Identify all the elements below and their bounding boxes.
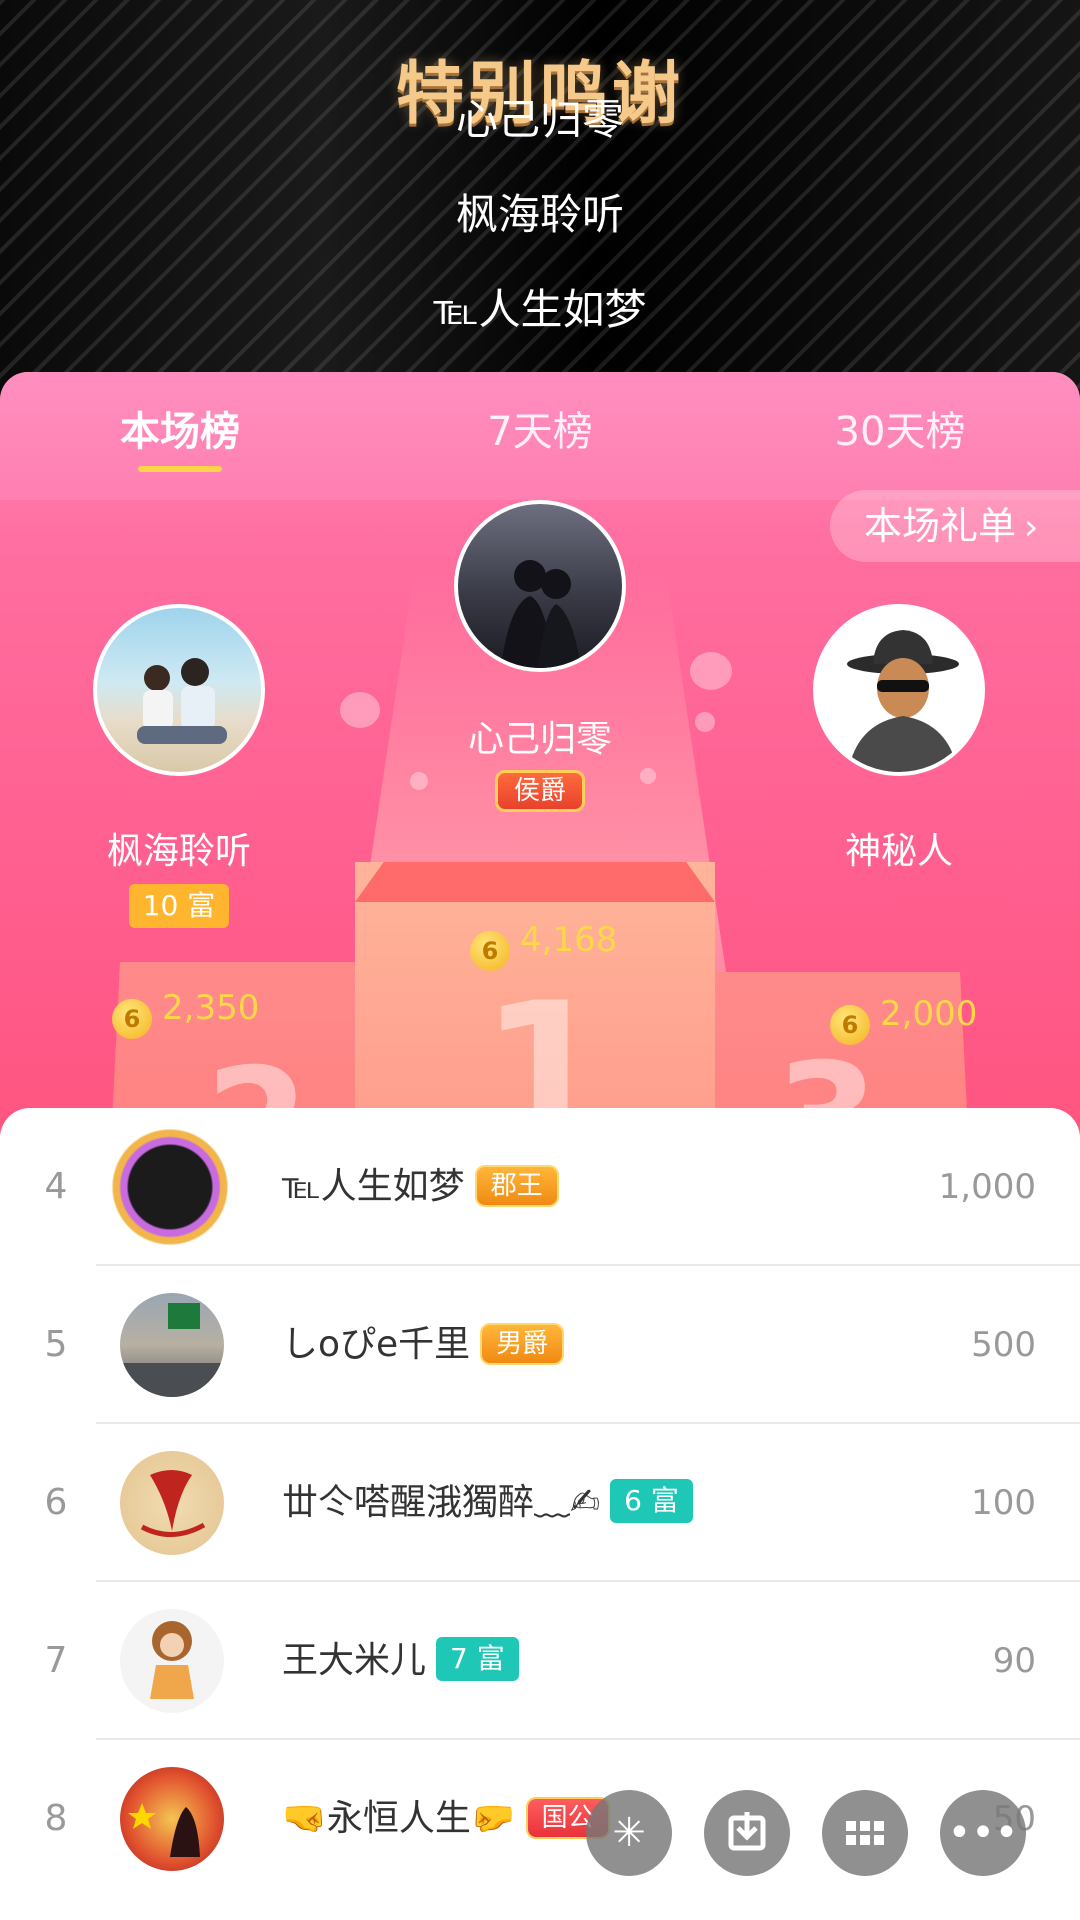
cartoon-girl-icon [150,1621,194,1699]
top-user-third[interactable]: 神秘人 [813,604,985,874]
top-user-second[interactable]: 枫海聆听 10 富 [93,604,265,928]
podium-first-top [355,862,715,902]
rank-number: 7 [44,1640,68,1681]
top-user-name: 枫海聆听 [106,831,251,872]
decor-dot [690,652,732,690]
list-item[interactable]: 4 ℡人生如梦 郡王 1,000 [0,1108,1080,1266]
avatar [454,500,626,672]
coin-icon: 6 [112,999,152,1039]
decor-dot [640,768,656,784]
score: 500 [971,1325,1036,1365]
user-name: 丗仒嗒醒涐獨醉﹏✍ [282,1482,601,1523]
avatar [120,1293,224,1397]
sparkle-icon: ✳ [612,1810,646,1856]
avatar [813,604,985,776]
credits-names-scroller: 心己归零 枫海聆听 ℡人生如梦 [0,95,1080,357]
coin-amount: 2,000 [880,994,978,1034]
rank-number: 8 [44,1798,68,1839]
top-user-name: 心己归零 [467,719,612,760]
grid-icon [846,1821,884,1845]
tab-30-days[interactable]: 30天榜 [780,402,1020,462]
credit-name: ℡人生如梦 [433,285,647,334]
wealth-level-badge: 6 富 [610,1479,693,1523]
grid-button[interactable] [822,1790,908,1876]
star-silhouette-icon [128,1803,200,1857]
rank-number: 6 [44,1482,68,1523]
sparkle-button[interactable]: ✳ [586,1790,672,1876]
list-item[interactable]: 6 丗仒嗒醒涐獨醉﹏✍ 6 富 100 [0,1424,1080,1582]
avatar [93,604,265,776]
user-name-cell: 丗仒嗒醒涐獨醉﹏✍ 6 富 [282,1424,693,1582]
user-name: 王大米儿 [282,1640,427,1681]
user-name: ℡人生如梦 [282,1166,465,1207]
download-icon [728,1812,766,1851]
decor-dot [410,772,428,790]
wealth-level-badge: 10 富 [128,884,230,928]
user-name-cell: ℡人生如梦 郡王 [282,1108,559,1266]
list-item[interactable]: 5 しoぴe千里 男爵 500 [0,1266,1080,1424]
tab-7-days[interactable]: 7天榜 [420,402,660,462]
rank-number: 5 [44,1324,68,1365]
user-name-cell: 🤜永恒人生🤛 国公 [282,1740,610,1898]
more-button[interactable]: ••• [940,1790,1026,1876]
score: 90 [992,1641,1036,1681]
score: 1,000 [938,1167,1036,1207]
credit-name: 枫海聆听 [455,190,624,239]
top-user-first[interactable]: 心己归零 侯爵 [450,500,630,812]
avatar [120,1451,224,1555]
wealth-level-badge: 7 富 [436,1637,519,1681]
tab-current-session[interactable]: 本场榜 [60,402,300,462]
rank-number: 4 [44,1166,68,1207]
download-button[interactable] [704,1790,790,1876]
avatar-with-frame [100,1124,240,1250]
top-user-second-coins: 6 2,350 [112,988,259,1039]
rank-title-badge: 侯爵 [494,770,585,812]
decor-dot [695,712,715,732]
couple-silhouette-icon [501,560,581,668]
list-item[interactable]: 8 🤜永恒人生🤛国公 50 [0,1740,1080,1898]
leaderboard-tabs: 本场榜 7天榜 30天榜 [0,372,1080,500]
chevron-right-icon: › [1024,507,1039,548]
rank-title-badge: 男爵 [480,1323,565,1365]
more-icon: ••• [947,1810,1019,1856]
user-name-cell: 王大米儿 7 富 [282,1582,519,1740]
user-name-cell: しoぴe千里 男爵 [282,1266,565,1424]
mystery-person-icon [847,630,959,772]
road-sign-icon [120,1303,224,1397]
avatar [120,1767,224,1871]
top-user-first-coins: 6 4,168 [470,920,617,971]
coin-amount: 2,350 [162,988,260,1028]
avatar [120,1609,224,1713]
ranking-list: 4 ℡人生如梦 郡王 1,000 5 しoぴe千里 男爵 500 6 丗仒嗒醒涐獨醉… [0,1108,1080,1920]
decor-dot [340,692,380,728]
top-user-name: 神秘人 [844,831,953,872]
score: 100 [971,1483,1036,1523]
top-user-third-coins: 6 2,000 [830,994,977,1045]
coin-amount: 4,168 [520,920,618,960]
list-item[interactable]: 7 王大米儿 7 富 90 [0,1582,1080,1740]
gift-list-button[interactable]: 本场礼单 › [830,490,1080,562]
credit-name: 心己归零 [455,95,624,144]
beach-couple-icon [137,658,227,744]
active-tab-indicator [138,466,222,472]
coin-icon: 6 [830,1005,870,1045]
user-name: しoぴe千里 [282,1324,471,1365]
gift-list-label: 本场礼单 [864,504,1017,548]
rank-title-badge: 郡王 [474,1165,559,1207]
calligraphy-logo-icon [140,1470,206,1538]
credits-banner: 特别鸣谢 心己归零 枫海聆听 ℡人生如梦 [0,0,1080,400]
coin-icon: 6 [470,931,510,971]
user-name: 🤜永恒人生🤛 [282,1798,516,1839]
